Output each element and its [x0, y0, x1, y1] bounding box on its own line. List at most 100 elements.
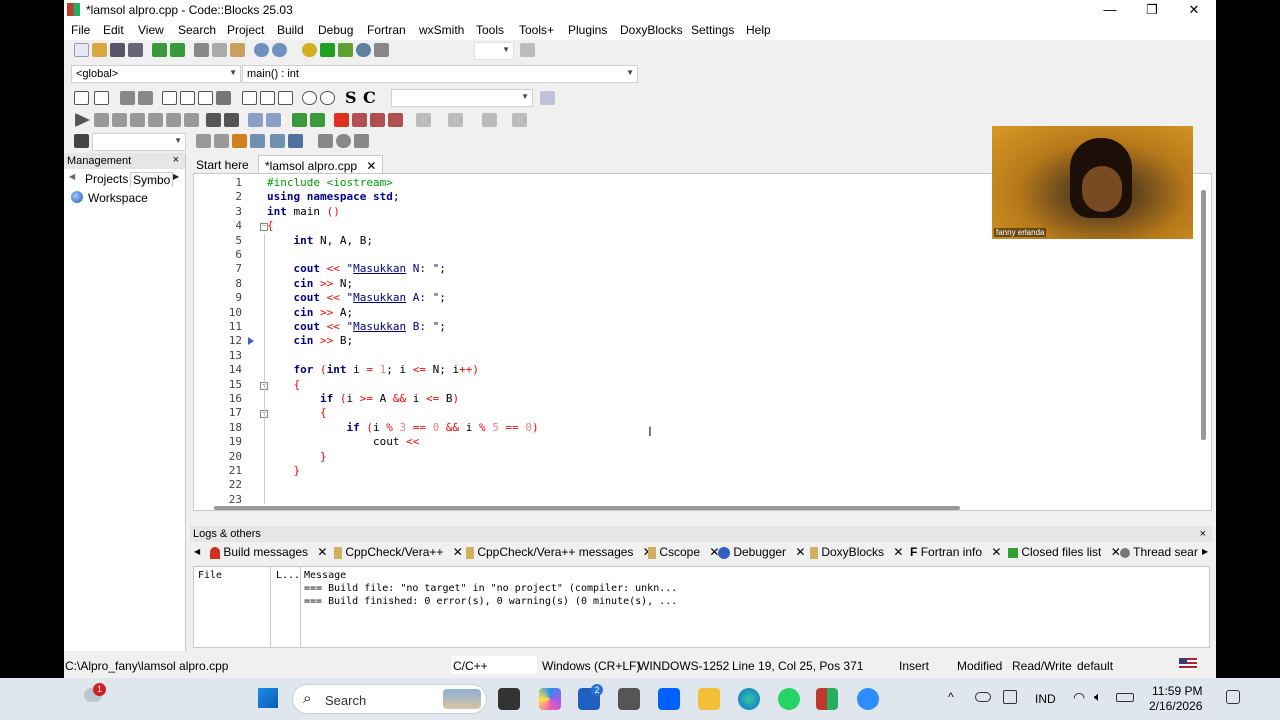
- save-all-icon[interactable]: [128, 43, 143, 57]
- zoom-out-icon[interactable]: [320, 91, 335, 105]
- battery-icon[interactable]: [1116, 693, 1134, 702]
- vertical-scrollbar[interactable]: [1201, 190, 1206, 440]
- cut-icon[interactable]: [194, 43, 209, 57]
- menu-doxyblocks[interactable]: DoxyBlocks: [620, 23, 683, 37]
- next-line-icon[interactable]: [112, 113, 127, 127]
- replace-icon[interactable]: [272, 43, 287, 57]
- dropbox-icon[interactable]: [658, 688, 680, 710]
- tabs-scroll-right-icon[interactable]: ▶: [173, 172, 179, 181]
- new-file-icon[interactable]: [74, 43, 89, 57]
- build-run-icon[interactable]: [338, 43, 353, 57]
- tab-cppcheck[interactable]: CppCheck/Vera++ ✕: [334, 545, 463, 563]
- bookmark-prev-icon[interactable]: [352, 113, 367, 127]
- step-into-icon[interactable]: [148, 113, 163, 127]
- input-language[interactable]: IND: [1035, 692, 1056, 706]
- tab-build-messages[interactable]: Build messages ✕: [210, 545, 327, 563]
- tab-cscope[interactable]: Cscope ✕: [648, 545, 719, 563]
- column-file[interactable]: File: [198, 570, 222, 581]
- regex-icon[interactable]: [288, 134, 303, 148]
- menu-tools[interactable]: Tools: [476, 23, 504, 37]
- windows-start-icon[interactable]: [258, 688, 278, 708]
- menu-project[interactable]: Project: [227, 23, 264, 37]
- selected-text-icon[interactable]: [250, 134, 265, 148]
- tab-symbols[interactable]: Symbo: [130, 172, 174, 187]
- tab-close-icon[interactable]: ✕: [317, 545, 327, 559]
- zoom-in-icon[interactable]: [302, 91, 317, 105]
- bookmark-toggle-icon[interactable]: [334, 113, 349, 127]
- show-hidden-icons[interactable]: ^: [948, 690, 954, 704]
- workspace-tree-item[interactable]: Workspace: [64, 189, 185, 207]
- frame-icon[interactable]: [260, 91, 275, 105]
- search-next-icon[interactable]: [214, 134, 229, 148]
- save-icon[interactable]: [110, 43, 125, 57]
- column-line[interactable]: L...: [276, 570, 300, 581]
- target-options-icon[interactable]: [520, 43, 535, 57]
- nav-back-icon[interactable]: [318, 134, 333, 148]
- tab-close-icon[interactable]: ✕: [795, 545, 805, 559]
- std-dialog-icon[interactable]: [216, 91, 231, 105]
- close-search-icon[interactable]: [74, 134, 89, 148]
- nav-forward-icon[interactable]: [354, 134, 369, 148]
- menu-wxsmith[interactable]: wxSmith: [419, 23, 464, 37]
- search-prev-icon[interactable]: [196, 134, 211, 148]
- next-instruction-icon[interactable]: [130, 113, 145, 127]
- incremental-search-combo[interactable]: ▼: [391, 89, 533, 107]
- flex-sizer-icon[interactable]: [138, 91, 153, 105]
- doxy-prefs-icon[interactable]: [512, 113, 527, 127]
- redo-icon[interactable]: [170, 43, 185, 57]
- copilot-icon[interactable]: [539, 688, 561, 710]
- build-target-combo[interactable]: ▼: [474, 42, 514, 60]
- bookmark-clear-icon[interactable]: [388, 113, 403, 127]
- dialog-icon[interactable]: [278, 91, 293, 105]
- static-box-icon[interactable]: [180, 91, 195, 105]
- function-combo[interactable]: main() : int ▼: [242, 65, 638, 83]
- run-icon[interactable]: [320, 43, 335, 57]
- maximize-button[interactable]: ❐: [1132, 0, 1172, 20]
- tabs-scroll-left-icon[interactable]: ◀: [69, 172, 75, 181]
- menu-view[interactable]: View: [138, 23, 164, 37]
- build-gear-icon[interactable]: [302, 43, 317, 57]
- horizontal-scrollbar[interactable]: [214, 506, 960, 510]
- stop-debug-icon[interactable]: [224, 113, 239, 127]
- menu-help[interactable]: Help: [746, 23, 771, 37]
- codeblocks-taskbar-icon[interactable]: [816, 688, 838, 710]
- task-view-icon[interactable]: [498, 688, 520, 710]
- spacer-icon[interactable]: [242, 91, 257, 105]
- zoom-icon[interactable]: [857, 688, 879, 710]
- symbol-s-icon[interactable]: S: [345, 88, 357, 107]
- volume-icon[interactable]: 🔈︎: [1094, 689, 1102, 705]
- edge-icon[interactable]: [738, 688, 760, 710]
- minimize-button[interactable]: —: [1090, 0, 1130, 20]
- highlight-icon[interactable]: [232, 134, 247, 148]
- tab-close-icon[interactable]: ✕: [453, 545, 463, 559]
- tab-projects[interactable]: Projects: [85, 172, 128, 186]
- tab-thread-search[interactable]: Thread searc: [1120, 545, 1198, 563]
- wifi-icon[interactable]: ◠: [1073, 689, 1085, 706]
- tab-close-icon[interactable]: ✕: [366, 159, 376, 173]
- amazon-icon[interactable]: [618, 688, 640, 710]
- step-into-instruction-icon[interactable]: [166, 113, 181, 127]
- column-message[interactable]: Message: [304, 570, 346, 581]
- pen-input-icon[interactable]: [1003, 690, 1017, 704]
- pointer-icon[interactable]: [74, 91, 89, 105]
- status-language[interactable]: C/C++: [451, 656, 537, 674]
- close-button[interactable]: ✕: [1174, 0, 1214, 20]
- whatsapp-icon[interactable]: [778, 688, 800, 710]
- menu-debug[interactable]: Debug: [318, 23, 353, 37]
- nav-marker-icon[interactable]: [336, 134, 351, 148]
- tab-lamsol-alpro[interactable]: *lamsol alpro.cpp ✕: [258, 155, 384, 173]
- debug-start-icon[interactable]: [75, 113, 90, 127]
- doxy-extract-icon[interactable]: [482, 113, 497, 127]
- jump-forward-icon[interactable]: [310, 113, 325, 127]
- rebuild-icon[interactable]: [356, 43, 371, 57]
- find-icon[interactable]: [254, 43, 269, 57]
- wrap-sizer-icon[interactable]: [198, 91, 213, 105]
- menu-plugins[interactable]: Plugins: [568, 23, 607, 37]
- symbol-c-icon[interactable]: C: [363, 88, 376, 107]
- tab-cppcheck-messages[interactable]: CppCheck/Vera++ messages ✕: [466, 545, 653, 563]
- break-icon[interactable]: [206, 113, 221, 127]
- menu-settings[interactable]: Settings: [691, 23, 734, 37]
- abort-icon[interactable]: [374, 43, 389, 57]
- scope-combo[interactable]: <global> ▼: [71, 65, 241, 83]
- menu-tools-plus[interactable]: Tools+: [519, 23, 554, 37]
